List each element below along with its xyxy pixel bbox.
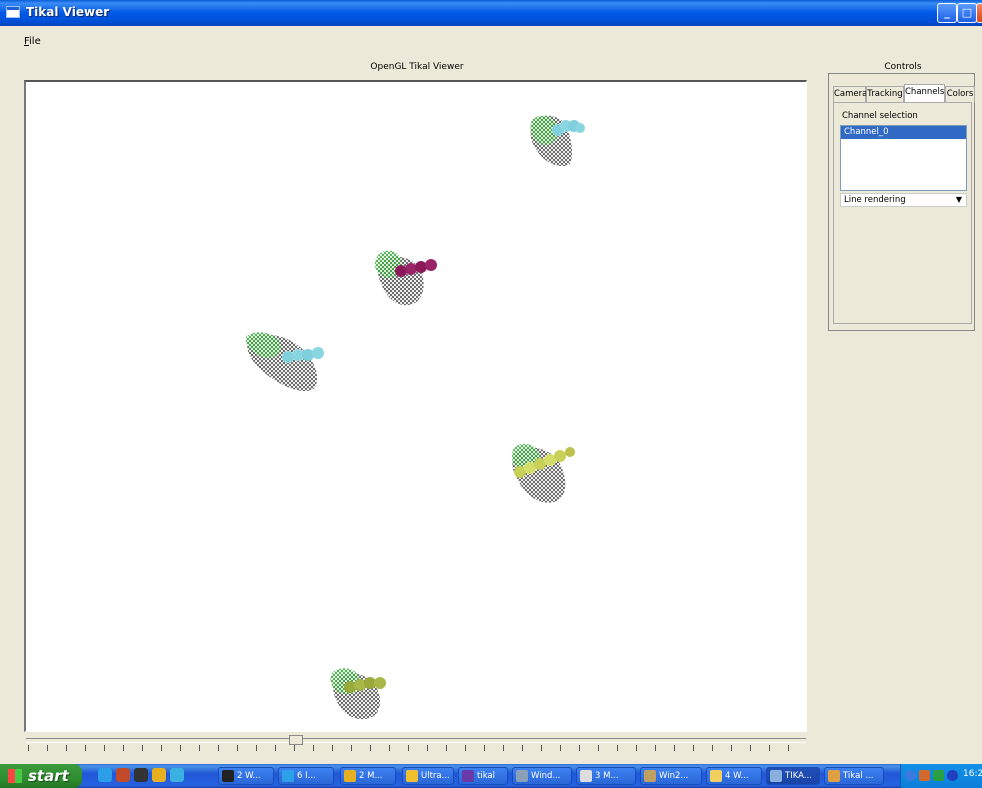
slider-handle[interactable]: [289, 735, 303, 745]
vs-icon: [462, 770, 474, 782]
task-button[interactable]: 4 W...: [706, 767, 762, 785]
computer-icon: [516, 770, 528, 782]
ql-app-icon[interactable]: [152, 768, 166, 782]
rendering-mode-value: Line rendering: [844, 195, 906, 205]
task-label: Tikal ...: [843, 771, 874, 781]
app-icon: [828, 770, 840, 782]
ql-ie-icon[interactable]: [98, 768, 112, 782]
start-button[interactable]: start: [0, 764, 82, 788]
tab-channels[interactable]: Channels: [904, 84, 945, 102]
channel-selection-label: Channel selection: [842, 111, 918, 121]
tab-tracking[interactable]: Tracking: [866, 86, 904, 102]
title-bar[interactable]: Tikal Viewer _ □: [0, 0, 982, 26]
ql-browser-icon[interactable]: [170, 768, 184, 782]
task-label: 3 M...: [595, 771, 619, 781]
task-label: 2 M...: [359, 771, 383, 781]
task-button[interactable]: 2 W...: [218, 767, 274, 785]
task-button[interactable]: 3 M...: [576, 767, 636, 785]
task-button-active[interactable]: TIKA...: [766, 767, 820, 785]
security-icon[interactable]: [919, 770, 930, 781]
channel-list-item[interactable]: Channel_0: [841, 126, 966, 139]
task-label: TIKA...: [785, 771, 812, 781]
app-icon: [6, 6, 20, 18]
task-button[interactable]: Wind...: [512, 767, 572, 785]
taskbar: start 2 W... 6 I... 2 M... Ultra... tika…: [0, 764, 982, 788]
winzip-icon: [644, 770, 656, 782]
controls-panel: Camera Tracking Channels Colors Channel …: [828, 73, 975, 331]
task-button[interactable]: Tikal ...: [824, 767, 884, 785]
viewer-title: OpenGL Tikal Viewer: [370, 62, 464, 72]
task-label: 2 W...: [237, 771, 261, 781]
word-icon[interactable]: [947, 770, 958, 781]
dropdown-arrow-icon[interactable]: ▼: [954, 195, 964, 205]
task-button[interactable]: 2 M...: [340, 767, 396, 785]
task-label: Wind...: [531, 771, 561, 781]
cell-cyan-top: [526, 112, 588, 172]
clock: 16:23: [963, 769, 982, 779]
channels-tab-body: Channel selection Channel_0 Line renderi…: [833, 102, 972, 324]
close-button[interactable]: [976, 3, 982, 23]
controls-title: Controls: [884, 62, 922, 72]
opengl-canvas[interactable]: [24, 80, 807, 732]
menu-file[interactable]: File: [24, 36, 41, 47]
task-label: Win2...: [659, 771, 689, 781]
ql-firefox-icon[interactable]: [116, 768, 130, 782]
window-title: Tikal Viewer: [26, 5, 110, 19]
tab-camera[interactable]: Camera: [833, 86, 867, 102]
status-icon[interactable]: [933, 770, 944, 781]
mail-icon: [344, 770, 356, 782]
task-label: 6 I...: [297, 771, 316, 781]
folder-icon: [710, 770, 722, 782]
cell-magenta: [371, 247, 443, 311]
task-button[interactable]: tikal: [458, 767, 508, 785]
channel-list[interactable]: Channel_0: [840, 125, 967, 191]
cmd-icon: [222, 770, 234, 782]
ql-cmd-icon[interactable]: [134, 768, 148, 782]
task-label: Ultra...: [421, 771, 450, 781]
slider-track: [26, 738, 806, 743]
window-icon: [580, 770, 592, 782]
start-label: start: [28, 767, 69, 785]
maximize-button[interactable]: □: [957, 3, 977, 23]
cell-cyan-left: [244, 327, 328, 395]
task-label: tikal: [477, 771, 496, 781]
windows-flag-icon: [8, 769, 22, 783]
menu-bar: File: [0, 26, 982, 48]
network-icon[interactable]: [905, 770, 916, 781]
tikal-icon: [770, 770, 782, 782]
slider-ticks: [28, 745, 806, 751]
tab-colors[interactable]: Colors: [945, 86, 975, 102]
ultraedit-icon: [406, 770, 418, 782]
timeline-slider[interactable]: [24, 735, 809, 757]
task-label: 4 W...: [725, 771, 749, 781]
rendering-mode-select[interactable]: Line rendering ▼: [840, 193, 967, 207]
task-button[interactable]: Win2...: [640, 767, 702, 785]
cell-yellow: [508, 440, 578, 506]
menu-file-label: ile: [29, 36, 41, 47]
task-button[interactable]: Ultra...: [402, 767, 454, 785]
cell-olive-bottom: [328, 665, 394, 723]
minimize-button[interactable]: _: [937, 3, 957, 23]
task-button[interactable]: 6 I...: [278, 767, 334, 785]
system-tray: 16:23: [900, 764, 982, 788]
ie-icon: [282, 770, 294, 782]
